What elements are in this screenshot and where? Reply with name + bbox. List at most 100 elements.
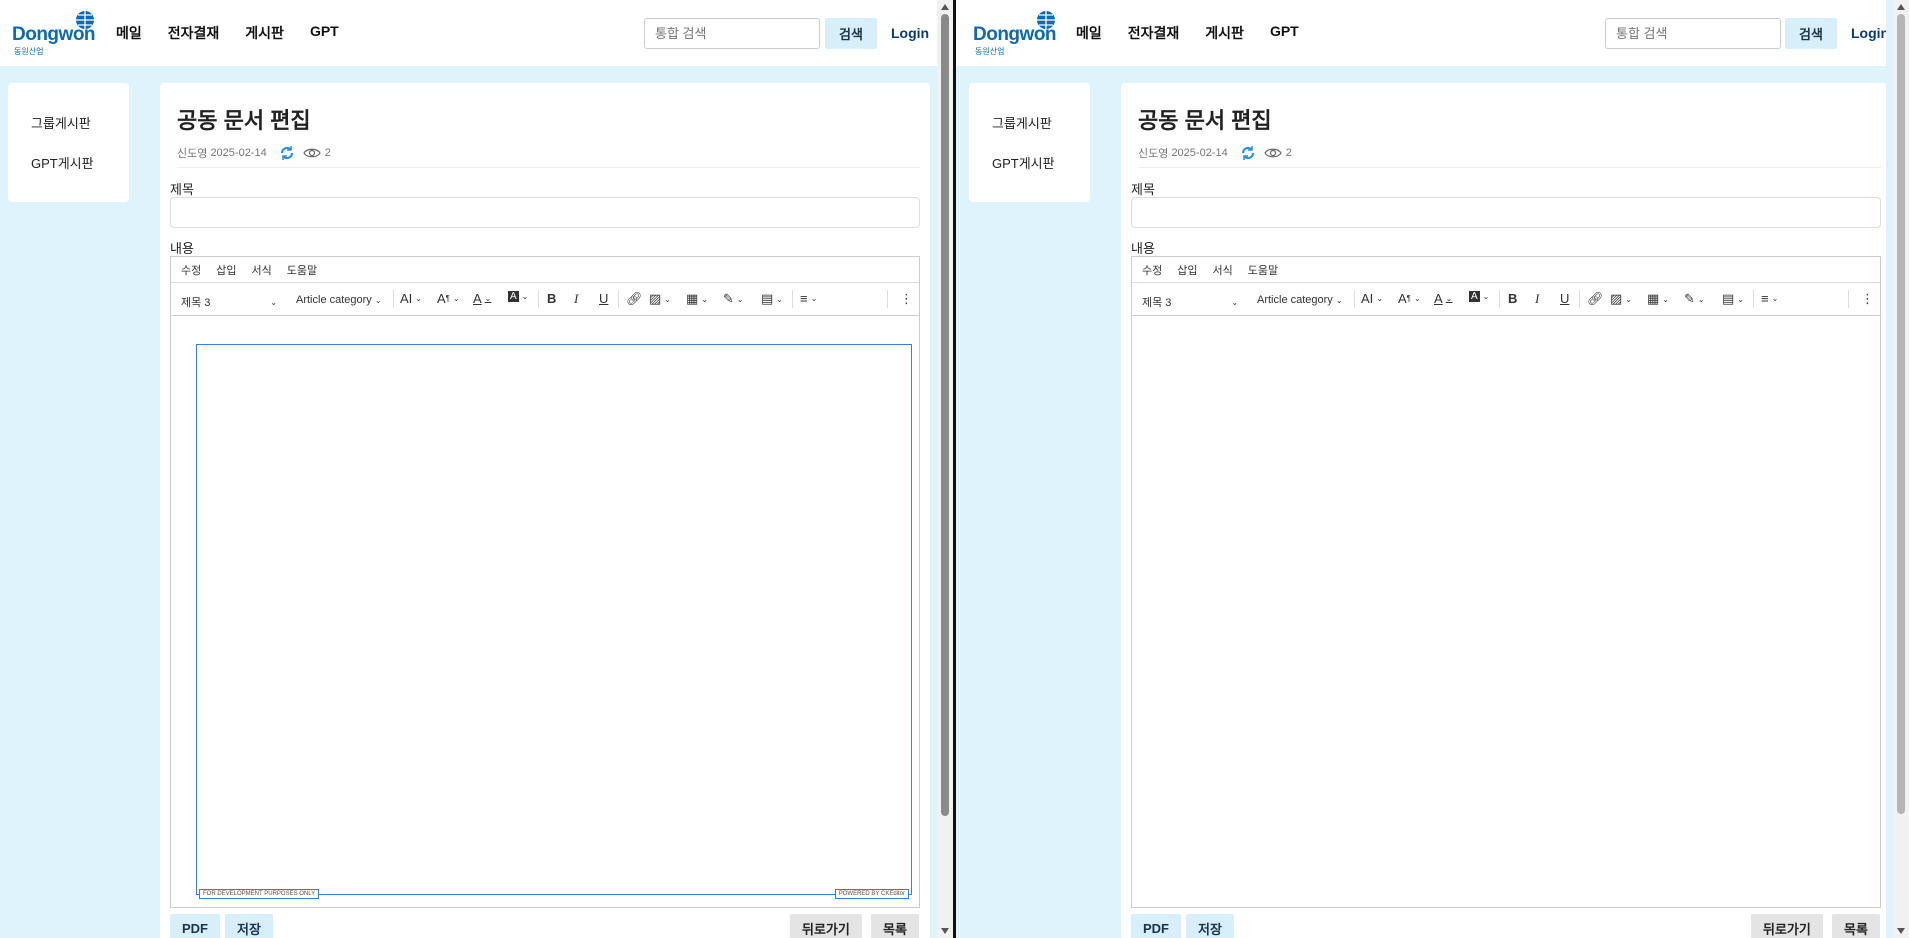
table-icon[interactable]: ▦ ⌄ [686,291,708,307]
right-scrollbar[interactable] [1893,0,1909,938]
sidebar-item-group-board[interactable]: 그룹게시판 [992,113,1052,132]
font-family-icon[interactable]: A ¶ ⌄ [1398,291,1421,306]
menu-help[interactable]: 도움말 [287,262,317,278]
logo-subtext: 동원산업 [975,47,1005,56]
italic-icon[interactable]: I [1535,291,1539,307]
toolbar-separator [1499,290,1500,308]
date: 2025-02-14 [210,147,267,159]
underline-icon[interactable]: U [1560,291,1569,306]
align-icon[interactable]: ≡ ⌄ [1761,291,1778,306]
scroll-thumb[interactable] [941,14,949,816]
subject-input[interactable] [1131,197,1881,228]
sidebar-item-gpt-board[interactable]: GPT게시판 [31,153,94,172]
scroll-down-arrow[interactable] [1897,928,1905,934]
search-input[interactable] [1605,18,1781,49]
font-color-icon[interactable]: A ⌄ [1434,291,1452,306]
sidebar-item-gpt-board[interactable]: GPT게시판 [992,153,1055,172]
template-icon[interactable]: ▤ ⌄ [1722,291,1744,307]
bold-icon[interactable]: B [1508,291,1517,306]
view-count: 2 [324,147,331,159]
search-button[interactable]: 검색 [825,18,877,49]
category-dropdown[interactable]: Article category ⌄ [1257,294,1343,306]
link-icon[interactable]: 🔗︎ [1587,291,1604,307]
template-icon[interactable]: ▤ ⌄ [761,291,783,307]
menu-format[interactable]: 서식 [1213,262,1233,278]
back-button[interactable]: 뒤로가기 [1751,914,1823,938]
content-label: 내용 [170,241,194,256]
editor-content-area[interactable] [1132,317,1880,907]
scroll-up-arrow[interactable] [1897,4,1905,10]
sidebar-item-group-board[interactable]: 그룹게시판 [31,113,91,132]
menu-insert[interactable]: 삽입 [1177,262,1197,278]
menu-edit[interactable]: 수정 [1142,262,1162,278]
main-menu: 메일 전자결재 게시판 GPT [1076,23,1299,43]
bold-icon[interactable]: B [547,291,556,306]
menu-board[interactable]: 게시판 [1205,23,1244,43]
search-button[interactable]: 검색 [1785,18,1837,49]
background-color-icon[interactable]: A ⌄ [1469,291,1489,302]
underline-icon[interactable]: U [599,291,608,306]
subject-label: 제목 [170,182,194,197]
menu-board[interactable]: 게시판 [245,23,284,43]
menu-mail[interactable]: 메일 [1076,23,1102,43]
scroll-thumb[interactable] [1897,14,1905,814]
left-scrollbar[interactable] [937,0,953,938]
menu-help[interactable]: 도움말 [1248,262,1278,278]
background-color-icon[interactable]: A ⌄ [508,291,528,302]
login-link[interactable]: Login [891,25,929,41]
scroll-down-arrow[interactable] [941,928,949,934]
highlight-icon[interactable]: ✎ ⌄ [723,291,744,307]
save-button[interactable]: 저장 [225,914,273,938]
more-icon[interactable]: ⋮ [1861,291,1874,307]
toolbar-separator [393,290,394,308]
list-button[interactable]: 목록 [871,914,919,938]
save-button[interactable]: 저장 [1186,914,1234,938]
sync-icon[interactable] [1240,145,1256,161]
menu-mail[interactable]: 메일 [116,23,142,43]
editor-menubar: 수정 삽입 서식 도움말 [1132,257,1880,283]
toolbar-separator [1848,290,1849,308]
editor-toolbar: 제목 3 ⌄ Article category ⌄ AI ⌄ A ¶ ⌄ A ⌄ A ⌄ B … [171,283,919,316]
font-color-icon[interactable]: A ⌄ [473,291,491,306]
main-menu: 메일 전자결재 게시판 GPT [116,23,339,43]
date: 2025-02-14 [1171,147,1228,159]
dongwon-logo[interactable]: Dongwon 동원산업 [12,10,102,56]
divider [1138,167,1881,168]
search-input[interactable] [644,18,820,49]
highlight-icon[interactable]: ✎ ⌄ [1684,291,1705,307]
editor-content-area[interactable]: FOR DEVELOPMENT PURPOSES ONLY POWERED BY… [196,344,912,899]
italic-icon[interactable]: I [574,291,578,307]
category-dropdown[interactable]: Article category ⌄ [296,294,382,306]
subject-input[interactable] [170,197,920,228]
pdf-button[interactable]: PDF [1131,914,1181,938]
font-size-icon[interactable]: AI ⌄ [400,291,422,306]
list-button[interactable]: 목록 [1832,914,1880,938]
pdf-button[interactable]: PDF [170,914,220,938]
menu-approval[interactable]: 전자결재 [168,23,220,43]
back-button[interactable]: 뒤로가기 [790,914,862,938]
menu-format[interactable]: 서식 [252,262,272,278]
powered-by-badge[interactable]: POWERED BY CKEditor [834,889,909,899]
menu-edit[interactable]: 수정 [181,262,201,278]
menu-gpt[interactable]: GPT [1270,23,1299,43]
eye-icon [303,148,321,158]
dongwon-logo[interactable]: Dongwon 동원산업 [973,10,1063,56]
menu-approval[interactable]: 전자결재 [1128,23,1180,43]
menu-gpt[interactable]: GPT [310,23,339,43]
sync-icon[interactable] [279,145,295,161]
login-link[interactable]: Login [1851,25,1886,41]
image-upload-icon[interactable]: ▨ ⌄ [1610,291,1632,307]
font-family-icon[interactable]: A ¶ ⌄ [437,291,460,306]
table-icon[interactable]: ▦ ⌄ [1647,291,1669,307]
font-size-icon[interactable]: AI ⌄ [1361,291,1383,306]
heading-dropdown[interactable]: 제목 3 ⌄ [1142,294,1238,310]
heading-dropdown[interactable]: 제목 3 ⌄ [181,294,277,310]
editor-toolbar: 제목 3 ⌄ Article category ⌄ AI ⌄ A ¶ ⌄ A ⌄ A ⌄ B … [1132,283,1880,316]
menu-insert[interactable]: 삽입 [216,262,236,278]
align-icon[interactable]: ≡ ⌄ [800,291,817,306]
scroll-up-arrow[interactable] [941,4,949,10]
link-icon[interactable]: 🔗︎ [626,291,643,307]
more-icon[interactable]: ⋮ [900,291,913,307]
image-upload-icon[interactable]: ▨ ⌄ [649,291,671,307]
author: 신도영 [177,148,208,160]
